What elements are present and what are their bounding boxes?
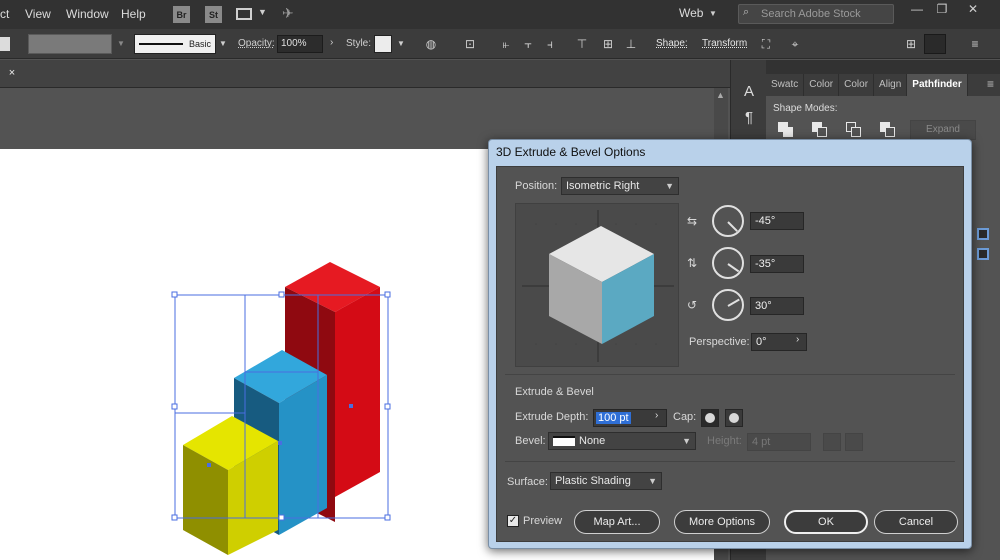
chevron-right-icon[interactable]: › bbox=[796, 334, 799, 345]
restore-icon[interactable]: ❐ bbox=[929, 2, 955, 19]
panel-layout-icon[interactable] bbox=[924, 34, 946, 54]
arrange-panels-icon[interactable]: ⊞ bbox=[904, 37, 918, 51]
tab-align[interactable]: Align bbox=[874, 74, 908, 96]
panel-tabs: Swatc Color Color Align Pathfinder bbox=[766, 74, 1000, 96]
panel-menu-icon[interactable]: ≡ bbox=[968, 37, 982, 51]
rotate-x-dial[interactable] bbox=[712, 205, 744, 237]
more-options-button[interactable]: More Options bbox=[674, 510, 770, 534]
minus-front-icon[interactable] bbox=[812, 122, 828, 138]
search-stock-input[interactable]: Search Adobe Stock bbox=[738, 4, 894, 24]
cap-on-button[interactable] bbox=[701, 409, 719, 427]
minimize-icon[interactable]: — bbox=[904, 2, 930, 19]
surface-select[interactable]: Plastic Shading ▼ bbox=[550, 472, 662, 490]
rotate-y-dial[interactable] bbox=[712, 247, 744, 279]
height-input: 4 pt bbox=[747, 433, 811, 451]
position-value: Isometric Right bbox=[566, 180, 640, 192]
position-label: Position: bbox=[515, 180, 558, 192]
chevron-down-icon: ▼ bbox=[665, 181, 674, 191]
perspective-label: Perspective: bbox=[689, 336, 750, 348]
section-divider bbox=[505, 374, 955, 375]
preview-label[interactable]: Preview bbox=[523, 515, 562, 527]
rotate-z-input[interactable]: 30° bbox=[750, 297, 804, 315]
chevron-down-icon: ▼ bbox=[682, 436, 691, 446]
bevel-extent-in-icon bbox=[823, 433, 841, 451]
tab-swatches[interactable]: Swatc bbox=[766, 74, 805, 96]
section-divider bbox=[505, 461, 955, 462]
shape-modes-label: Shape Modes: bbox=[773, 103, 838, 114]
surface-value: Plastic Shading bbox=[555, 475, 631, 487]
paragraph-icon[interactable]: ¶ bbox=[740, 109, 758, 127]
chevron-right-icon[interactable]: › bbox=[655, 410, 658, 421]
surface-label: Surface: bbox=[507, 476, 548, 488]
puppet-warp-icon[interactable]: ⌖ bbox=[788, 37, 802, 51]
extrude-bevel-dialog: 3D Extrude & Bevel Options Position: Iso… bbox=[488, 139, 972, 549]
rotation-cube[interactable] bbox=[516, 204, 680, 368]
expand-button[interactable]: Expand bbox=[910, 120, 976, 140]
extrude-section-title: Extrude & Bevel bbox=[515, 386, 594, 398]
height-label: Height: bbox=[707, 435, 742, 447]
rotation-cube-track[interactable] bbox=[515, 203, 679, 367]
panel-menu-icon[interactable]: ≡ bbox=[987, 77, 994, 91]
extrude-depth-value: 100 pt bbox=[596, 412, 631, 424]
cap-off-button[interactable] bbox=[725, 409, 743, 427]
bevel-select[interactable]: None ▼ bbox=[548, 432, 696, 450]
bevel-swatch bbox=[553, 436, 575, 446]
intersect-icon[interactable] bbox=[846, 122, 862, 138]
rotate-y-axis-icon: ⇅ bbox=[687, 256, 698, 270]
rotate-x-axis-icon: ⇆ bbox=[687, 214, 698, 228]
bevel-value: None bbox=[579, 435, 606, 447]
chevron-down-icon: ▼ bbox=[648, 476, 657, 486]
red-bar-right bbox=[335, 287, 380, 497]
blue-bar-right bbox=[279, 375, 327, 535]
tab-color-guide[interactable]: Color bbox=[839, 74, 875, 96]
bevel-extent-out-icon bbox=[845, 433, 863, 451]
panel-icon-b[interactable] bbox=[977, 248, 989, 260]
close-icon[interactable]: ✕ bbox=[960, 2, 986, 19]
rotate-x-input[interactable]: -45° bbox=[750, 212, 804, 230]
position-select[interactable]: Isometric Right ▼ bbox=[561, 177, 679, 195]
rotate-y-input[interactable]: -35° bbox=[750, 255, 804, 273]
dialog-title: 3D Extrude & Bevel Options bbox=[496, 145, 646, 159]
map-art-button[interactable]: Map Art... bbox=[574, 510, 660, 534]
tab-pathfinder[interactable]: Pathfinder bbox=[907, 74, 968, 96]
extrude-depth-label: Extrude Depth: bbox=[515, 411, 589, 423]
character-icon[interactable]: A bbox=[740, 83, 758, 101]
tab-color[interactable]: Color bbox=[804, 74, 840, 96]
exclude-icon[interactable] bbox=[880, 122, 896, 138]
panel-header[interactable] bbox=[766, 60, 1000, 74]
isolate-group-icon[interactable]: ⛶ bbox=[759, 37, 773, 51]
unite-icon[interactable] bbox=[778, 122, 794, 138]
rotate-z-axis-icon: ↺ bbox=[687, 298, 698, 312]
rotate-z-dial[interactable] bbox=[712, 289, 744, 321]
panel-icon-a[interactable] bbox=[977, 228, 989, 240]
search-icon: ⌕ bbox=[743, 6, 750, 18]
preview-checkbox[interactable]: ✓ bbox=[507, 515, 519, 527]
ok-button[interactable]: OK bbox=[784, 510, 868, 534]
cancel-button[interactable]: Cancel bbox=[874, 510, 958, 534]
dialog-body: Position: Isometric Right ▼ ⇆ -45° ⇅ -35… bbox=[496, 166, 964, 542]
cap-label: Cap: bbox=[673, 411, 697, 423]
bevel-label: Bevel: bbox=[515, 435, 546, 447]
